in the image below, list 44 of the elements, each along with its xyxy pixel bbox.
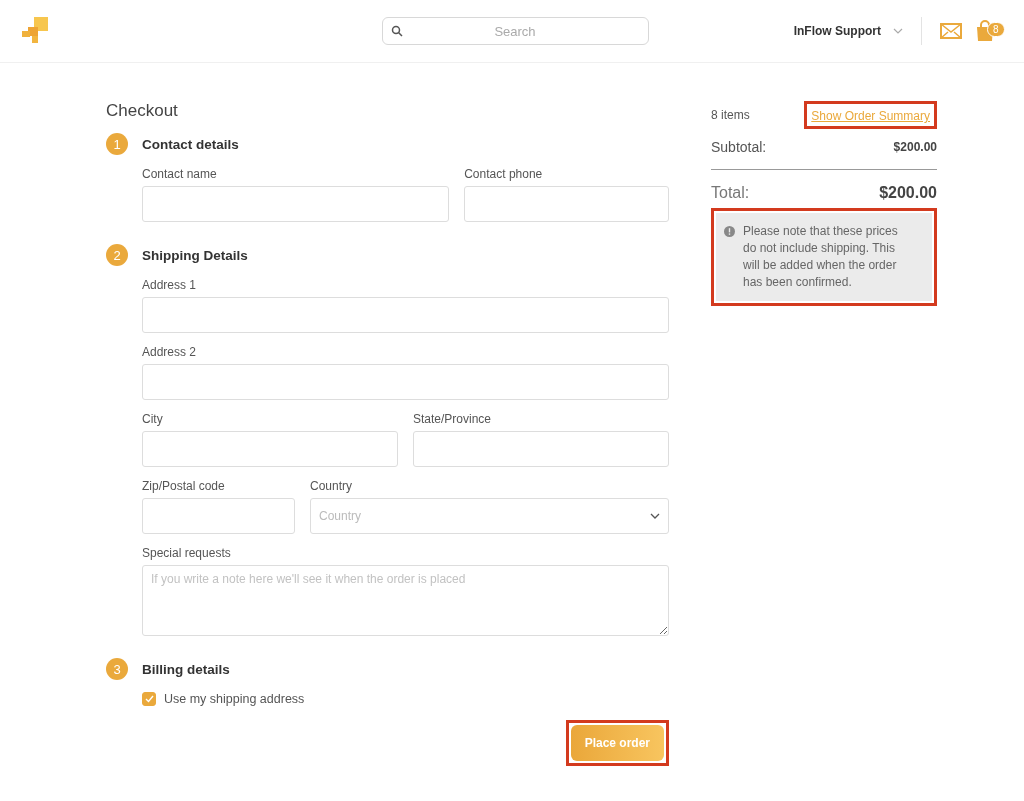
place-order-button[interactable]: Place order xyxy=(570,725,664,761)
input-field[interactable] xyxy=(464,186,669,222)
input-field[interactable] xyxy=(142,364,669,400)
search-icon xyxy=(390,25,403,37)
item-count: 8 items xyxy=(711,108,750,122)
field-label: Country xyxy=(310,479,354,493)
checkbox[interactable] xyxy=(142,692,156,706)
field-label: Contact phone xyxy=(464,167,544,181)
input-field[interactable] xyxy=(142,498,295,534)
section-title: Billing details xyxy=(142,661,230,677)
textarea-field[interactable]: If you write a note here we'll see it when the order is placed xyxy=(142,565,669,636)
logo-icon[interactable] xyxy=(22,17,50,45)
total-value: $200.00 xyxy=(879,184,937,202)
notice-text: Please note that these prices do not include shipping. This will be added when the order has been confirmed. xyxy=(743,223,899,291)
step-number: 2 xyxy=(106,244,128,266)
field-label: Address 2 xyxy=(142,345,198,359)
input-field[interactable] xyxy=(413,431,669,467)
input-field[interactable] xyxy=(142,186,450,222)
field-label: Address 1 xyxy=(142,278,198,292)
section-title: Contact details xyxy=(142,136,239,152)
user-name[interactable]: InFlow Support xyxy=(793,24,881,38)
field-label: State/Province xyxy=(413,412,493,426)
field-label: City xyxy=(142,412,164,426)
section-title: Shipping Details xyxy=(142,247,248,263)
input-field[interactable] xyxy=(142,431,398,467)
step-number: 3 xyxy=(106,658,128,680)
page-title: Checkout xyxy=(106,101,179,121)
field-label: Zip/Postal code xyxy=(142,479,226,493)
cart-count-badge: 8 xyxy=(987,22,1005,37)
chevron-down-icon xyxy=(650,513,660,519)
select-field[interactable]: Country xyxy=(310,498,669,534)
info-icon xyxy=(724,226,735,237)
total-label: Total: xyxy=(711,184,750,202)
step-number: 1 xyxy=(106,133,128,155)
input-field[interactable] xyxy=(142,297,669,333)
show-summary-link[interactable]: Show Order Summary xyxy=(809,107,932,125)
field-label: Special requests xyxy=(142,546,232,560)
subtotal-label: Subtotal: xyxy=(711,139,767,155)
chevron-down-icon[interactable] xyxy=(893,28,903,34)
checkbox-label[interactable]: Use my shipping address xyxy=(164,692,305,706)
search-field[interactable]: Search xyxy=(381,17,649,45)
field-label: Contact name xyxy=(142,167,218,181)
mail-icon[interactable] xyxy=(940,23,962,39)
subtotal-value: $200.00 xyxy=(893,140,937,154)
